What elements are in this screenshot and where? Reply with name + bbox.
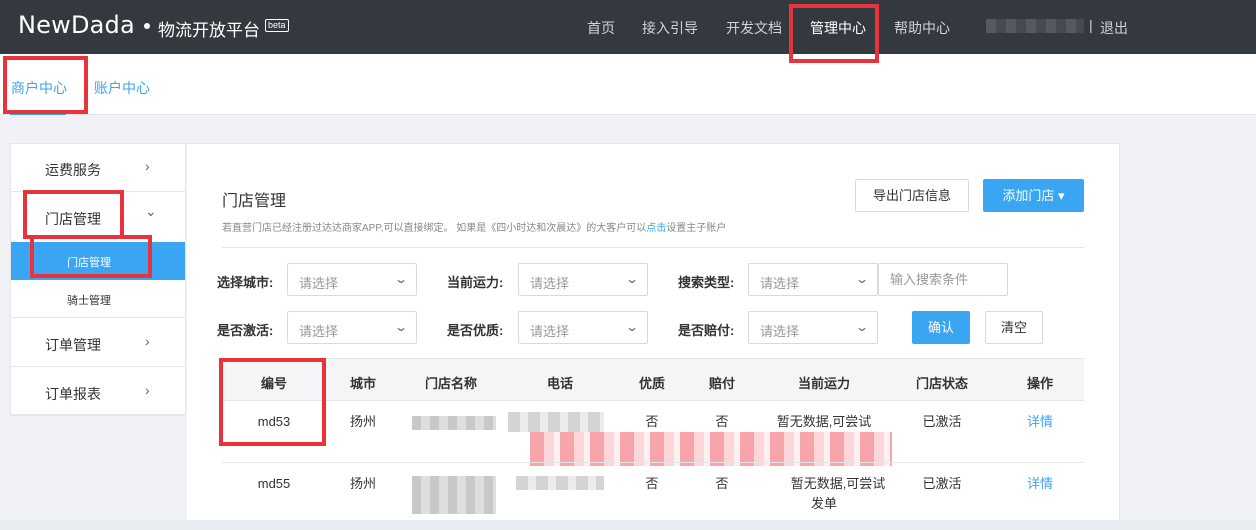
cell-capacity-line2: 发单 [810,496,838,511]
chevron-down-icon: ⌄ [145,203,157,219]
tip-text: 若直营门店已经注册过达达商家APP,可以直接绑定。 如果是《四小时达和次晨达》的… [222,223,647,234]
sub-navbar: 商户中心 账户中心 [0,54,1256,115]
select-placeholder: 请选择 [530,324,570,339]
nav-separator: | [1089,17,1093,33]
beta-badge: beta [265,19,289,32]
column-header-status: 门店状态 [915,376,969,391]
sidebar: 运费服务 › 门店管理 ⌄ 门店管理 骑士管理 订单管理 › 订单报表 › [10,143,186,416]
nav-docs[interactable]: 开发文档 [726,18,782,38]
chevron-down-icon: ⌄ [624,320,640,334]
bottom-edge [0,520,1256,530]
column-header-actions: 操作 [1026,376,1054,391]
phone-redacted [516,476,604,490]
clear-button[interactable]: 清空 [985,311,1043,344]
cell-city: 扬州 [349,476,377,491]
cell-id: md55 [257,476,291,491]
chevron-down-icon: ⌄ [624,272,640,286]
divider [222,247,1084,248]
details-link[interactable]: 详情 [1027,413,1053,431]
chevron-right-icon: › [145,333,150,349]
annotation-box-store-submenu [30,235,152,278]
nav-help[interactable]: 帮助中心 [894,18,950,38]
table-header: 编号 城市 门店名称 电话 优质 赔付 当前运力 门店状态 操作 [222,358,1084,401]
chevron-down-icon: ⌄ [393,272,409,286]
top-navbar: NewDada 物流开放平台 beta 首页 接入引导 开发文档 管理中心 帮助… [0,0,1256,54]
select-placeholder: 请选择 [760,324,800,339]
chevron-right-icon: › [145,158,150,174]
chevron-down-icon: ⌄ [393,320,409,334]
annotation-box-store-menu [23,190,124,239]
column-header-store-name: 门店名称 [424,376,478,391]
capacity-filter-label: 当前运力: [447,275,504,290]
tip-link[interactable]: 点击 [646,223,666,234]
sidebar-item-label: 订单报表 [45,386,101,402]
sidebar-item-orders[interactable]: 订单管理 › [11,319,185,367]
annotation-box-id-column [219,358,326,446]
activated-select[interactable]: 请选择 ⌄ [287,311,417,344]
sidebar-item-label: 订单管理 [45,337,101,353]
compensation-filter-label: 是否赔付: [678,323,735,338]
column-header-capacity: 当前运力 [797,376,851,391]
activated-filter-label: 是否激活: [217,323,274,338]
nav-home[interactable]: 首页 [587,18,615,38]
phone-redacted [508,412,604,432]
chevron-down-icon: ⌄ [854,272,870,286]
sidebar-item-label: 运费服务 [45,162,101,178]
column-header-premium: 优质 [638,376,666,391]
city-filter-label: 选择城市: [217,275,274,290]
capacity-select[interactable]: 请选择 ⌄ [518,263,648,296]
cell-compensation: 否 [715,414,729,429]
city-select[interactable]: 请选择 ⌄ [287,263,417,296]
select-placeholder: 请选择 [530,276,570,291]
nav-guide[interactable]: 接入引导 [642,18,698,38]
premium-filter-label: 是否优质: [447,323,504,338]
store-name-redacted [412,476,496,514]
select-placeholder: 请选择 [299,276,339,291]
search-type-select[interactable]: 请选择 ⌄ [748,263,878,296]
username-redacted [986,19,1084,33]
store-name-redacted [412,416,496,430]
sidebar-item-freight[interactable]: 运费服务 › [11,144,185,192]
logo[interactable]: NewDada [18,11,135,39]
details-link[interactable]: 详情 [1027,475,1053,493]
redacted-overlay [530,432,892,466]
column-header-phone: 电话 [546,376,574,391]
tab-account-center[interactable]: 账户中心 [94,78,150,98]
cell-premium: 否 [645,476,659,491]
sidebar-subitem-label: 骑士管理 [67,295,111,307]
tip-text-suffix: 设置主子账户 [666,223,727,234]
add-store-button[interactable]: 添加门店 ▾ [983,179,1084,212]
export-stores-button[interactable]: 导出门店信息 [855,179,969,212]
platform-title: 物流开放平台 [158,21,260,40]
sidebar-item-order-reports[interactable]: 订单报表 › [11,368,185,416]
cell-status: 已激活 [922,476,962,491]
sidebar-subitem-rider-management[interactable]: 骑士管理 [11,280,185,318]
cell-city: 扬州 [349,414,377,429]
cell-capacity: 暂无数据,可尝试 [790,476,886,491]
confirm-button[interactable]: 确认 [912,311,970,344]
logo-dot [144,23,150,29]
compensation-select[interactable]: 请选择 ⌄ [748,311,878,344]
column-header-city: 城市 [349,376,377,391]
cell-capacity: 暂无数据,可尝试 [776,414,872,429]
annotation-box-merchant-center [3,56,88,114]
premium-select[interactable]: 请选择 ⌄ [518,311,648,344]
logout-link[interactable]: 退出 [1100,18,1128,38]
annotation-box-management [789,4,879,63]
select-placeholder: 请选择 [760,276,800,291]
cell-compensation: 否 [715,476,729,491]
search-input[interactable] [878,263,1008,296]
chevron-right-icon: › [145,382,150,398]
help-tip: 若直营门店已经注册过达达商家APP,可以直接绑定。 如果是《四小时达和次晨达》的… [222,219,726,234]
cell-premium: 否 [645,414,659,429]
page-title: 门店管理 [222,193,287,210]
row-divider [222,462,1084,463]
cell-status: 已激活 [922,414,962,429]
search-type-label: 搜索类型: [678,275,735,290]
column-header-compensation: 赔付 [708,376,736,391]
select-placeholder: 请选择 [299,324,339,339]
chevron-down-icon: ⌄ [854,320,870,334]
